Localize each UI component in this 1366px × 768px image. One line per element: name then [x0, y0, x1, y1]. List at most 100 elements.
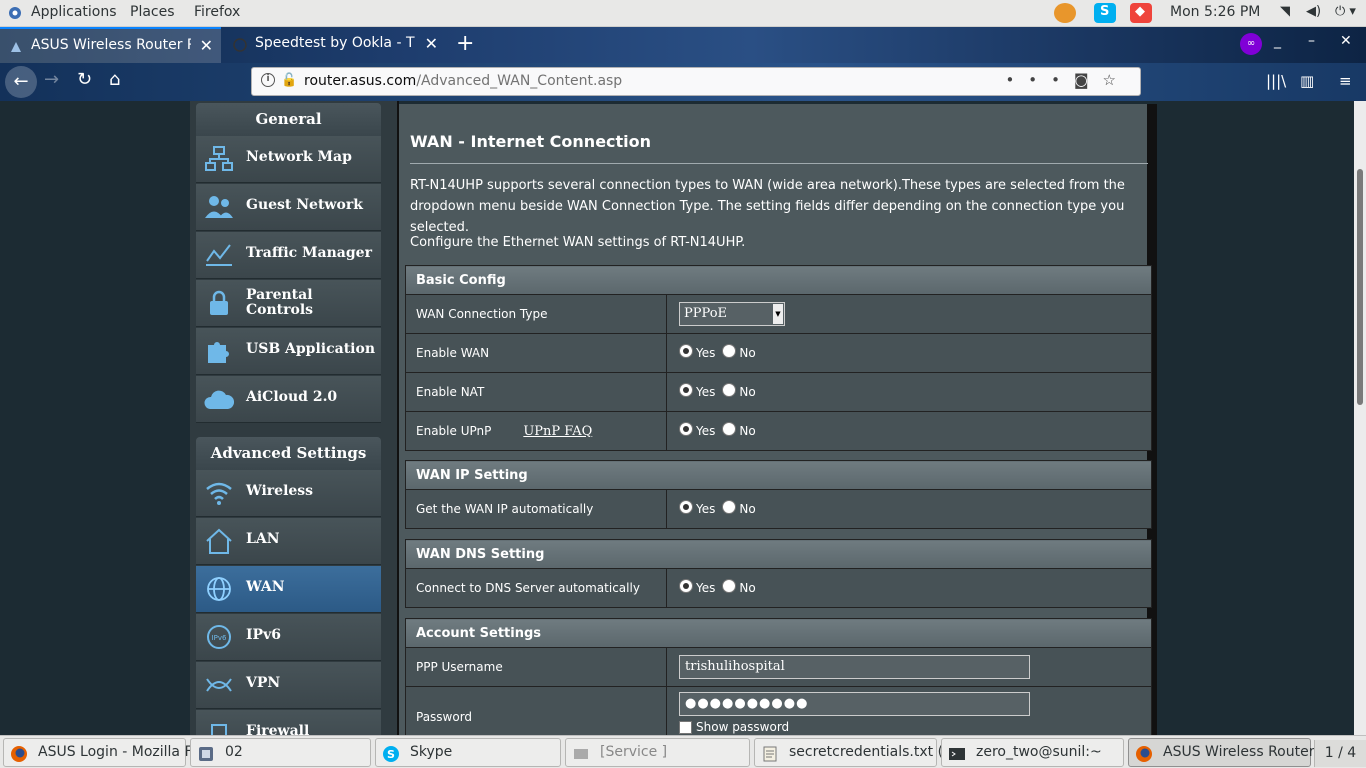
- field-label: Enable NAT: [405, 372, 667, 412]
- reload-button[interactable]: ↻: [77, 69, 92, 90]
- ppp-password-input[interactable]: ●●●●●●●●●●: [679, 692, 1030, 716]
- task-text-editor[interactable]: secretcredentials.txt (~...: [754, 738, 968, 767]
- tab-speedtest[interactable]: Speedtest by Ookla - The ✕: [224, 27, 446, 63]
- task-skype[interactable]: S Skype: [375, 738, 561, 767]
- skype-icon[interactable]: S: [1094, 3, 1116, 23]
- applications-icon: [9, 7, 21, 19]
- ipv6-icon: IPv6: [207, 625, 231, 649]
- clock[interactable]: Mon 5:26 PM: [1170, 4, 1260, 20]
- wan-ip-auto-yes-radio[interactable]: [679, 500, 693, 515]
- menu-item-usb-application[interactable]: USB Application: [196, 328, 381, 375]
- page-actions-icon[interactable]: •••: [1005, 71, 1074, 89]
- field-label: WAN Connection Type: [405, 294, 667, 334]
- speedtest-favicon-icon: [233, 38, 247, 52]
- dns-auto-yes-radio[interactable]: [679, 579, 693, 594]
- menu-item-lan[interactable]: LAN: [196, 518, 381, 565]
- hamburger-menu-icon[interactable]: ≡: [1339, 72, 1352, 90]
- menu-item-firewall[interactable]: Firewall: [196, 710, 381, 735]
- task-file-manager[interactable]: 02: [190, 738, 371, 767]
- wan-ip-auto-no-radio[interactable]: [722, 500, 737, 515]
- upnp-faq-link[interactable]: UPnP FAQ: [523, 424, 592, 439]
- section-heading: WAN DNS Setting: [405, 539, 1152, 569]
- hexchat-icon[interactable]: [1054, 3, 1076, 23]
- enable-nat-yes-radio[interactable]: [679, 383, 693, 398]
- terminal-icon: [949, 748, 965, 760]
- menu-item-ipv6[interactable]: IPv6 IPv6: [196, 614, 381, 661]
- ppp-username-input[interactable]: trishulihospital: [679, 655, 1030, 679]
- page-description: RT-N14UHP supports several connection ty…: [410, 178, 1125, 235]
- enable-wan-yes-radio[interactable]: [679, 344, 693, 359]
- sidebar-toggle-icon[interactable]: ▥: [1300, 72, 1314, 90]
- close-tab-icon[interactable]: ✕: [425, 34, 438, 53]
- lock-icon: [210, 290, 228, 315]
- info-icon[interactable]: i: [261, 73, 275, 87]
- forward-button[interactable]: →: [44, 69, 59, 90]
- section-heading: Account Settings: [405, 618, 1152, 648]
- enable-upnp-no-radio[interactable]: [722, 422, 737, 437]
- page-scrollbar[interactable]: [1354, 101, 1366, 735]
- menu-item-wan[interactable]: WAN: [196, 566, 381, 613]
- home-button[interactable]: ⌂: [109, 69, 120, 90]
- menu-item-wireless[interactable]: Wireless: [196, 470, 381, 517]
- volume-icon[interactable]: ◀): [1306, 4, 1321, 19]
- url-bar[interactable]: i 🔓 router.asus.com/Advanced_WAN_Content…: [251, 67, 1141, 96]
- task-asus-router[interactable]: ASUS Wireless Router...: [1128, 738, 1327, 767]
- anydesk-icon[interactable]: ◆: [1130, 3, 1152, 23]
- enable-nat-no-radio[interactable]: [722, 383, 737, 398]
- close-window-button[interactable]: ✕: [1340, 33, 1352, 49]
- account-settings-table: Account Settings PPP Username trishuliho…: [405, 618, 1152, 735]
- web-page: General Network Map Guest Network Traffi…: [0, 101, 1354, 735]
- menu-item-aicloud[interactable]: AiCloud 2.0: [196, 376, 381, 423]
- bookmark-star-icon[interactable]: ☆: [1103, 71, 1130, 89]
- menu-item-network-map[interactable]: Network Map: [196, 136, 381, 183]
- back-button[interactable]: ←: [5, 66, 37, 98]
- enable-upnp-yes-radio[interactable]: [679, 422, 693, 437]
- new-tab-button[interactable]: +: [456, 31, 474, 56]
- url-text[interactable]: router.asus.com/Advanced_WAN_Content.asp: [304, 73, 622, 89]
- menu-item-guest-network[interactable]: Guest Network: [196, 184, 381, 231]
- field-label: Password: [405, 686, 667, 735]
- task-service[interactable]: [Service ]: [565, 738, 750, 767]
- menu-item-traffic-manager[interactable]: Traffic Manager: [196, 232, 381, 279]
- field-label: Get the WAN IP automatically: [405, 489, 667, 529]
- navigation-toolbar: ← → ↻ ⌂ i 🔓 router.asus.com/Advanced_WAN…: [0, 63, 1366, 101]
- section-heading: WAN IP Setting: [405, 460, 1152, 490]
- globe-icon: [207, 577, 231, 601]
- configure-text: Configure the Ethernet WAN settings of R…: [410, 235, 746, 250]
- cloud-icon: [204, 390, 234, 409]
- field-label: Enable UPnP UPnP FAQ: [405, 411, 667, 451]
- firefox-app-menu[interactable]: Firefox: [194, 4, 240, 20]
- tab-title: Speedtest by Ookla - The: [255, 35, 415, 51]
- workspace-indicator[interactable]: 1 / 4: [1314, 740, 1366, 767]
- minimize-button[interactable]: _: [1274, 33, 1281, 49]
- private-browsing-icon: ∞: [1240, 33, 1262, 55]
- close-tab-icon[interactable]: ✕: [200, 36, 213, 55]
- traffic-manager-icon: [206, 244, 232, 266]
- library-icon[interactable]: |||\: [1266, 72, 1286, 90]
- places-menu[interactable]: Places: [130, 4, 175, 20]
- task-terminal[interactable]: zero_two@sunil:~: [941, 738, 1124, 767]
- firewall-icon: [211, 724, 227, 735]
- dns-auto-no-radio[interactable]: [722, 579, 737, 594]
- wan-dns-table: WAN DNS Setting Connect to DNS Server au…: [405, 539, 1152, 608]
- tab-asus-router[interactable]: ASUS Wireless Router RT ✕: [0, 27, 221, 63]
- scrollbar-thumb[interactable]: [1357, 169, 1363, 405]
- wan-connection-type-select[interactable]: PPPoE ▼: [679, 302, 785, 326]
- wifi-icon[interactable]: ◥: [1280, 4, 1290, 19]
- svg-text:IPv6: IPv6: [212, 634, 227, 642]
- pocket-icon[interactable]: ◙: [1074, 71, 1103, 89]
- svg-text:S: S: [387, 748, 395, 761]
- insecure-lock-icon[interactable]: 🔓: [281, 73, 297, 88]
- menu-item-parental-controls[interactable]: Parental Controls: [196, 280, 381, 327]
- top-tab-row: [399, 101, 1159, 104]
- applications-menu[interactable]: Applications: [31, 4, 117, 20]
- file-manager-icon: [199, 747, 213, 761]
- basic-config-table: Basic Config WAN Connection Type PPPoE ▼ …: [405, 265, 1152, 451]
- power-icon[interactable]: ⏻ ▾: [1335, 4, 1356, 19]
- show-password-checkbox[interactable]: [679, 721, 692, 734]
- menu-item-vpn[interactable]: VPN: [196, 662, 381, 709]
- enable-wan-no-radio[interactable]: [722, 344, 737, 359]
- guest-network-icon: [205, 196, 233, 218]
- task-asus-login[interactable]: ASUS Login - Mozilla F...: [3, 738, 204, 767]
- maximize-button[interactable]: –: [1308, 33, 1315, 49]
